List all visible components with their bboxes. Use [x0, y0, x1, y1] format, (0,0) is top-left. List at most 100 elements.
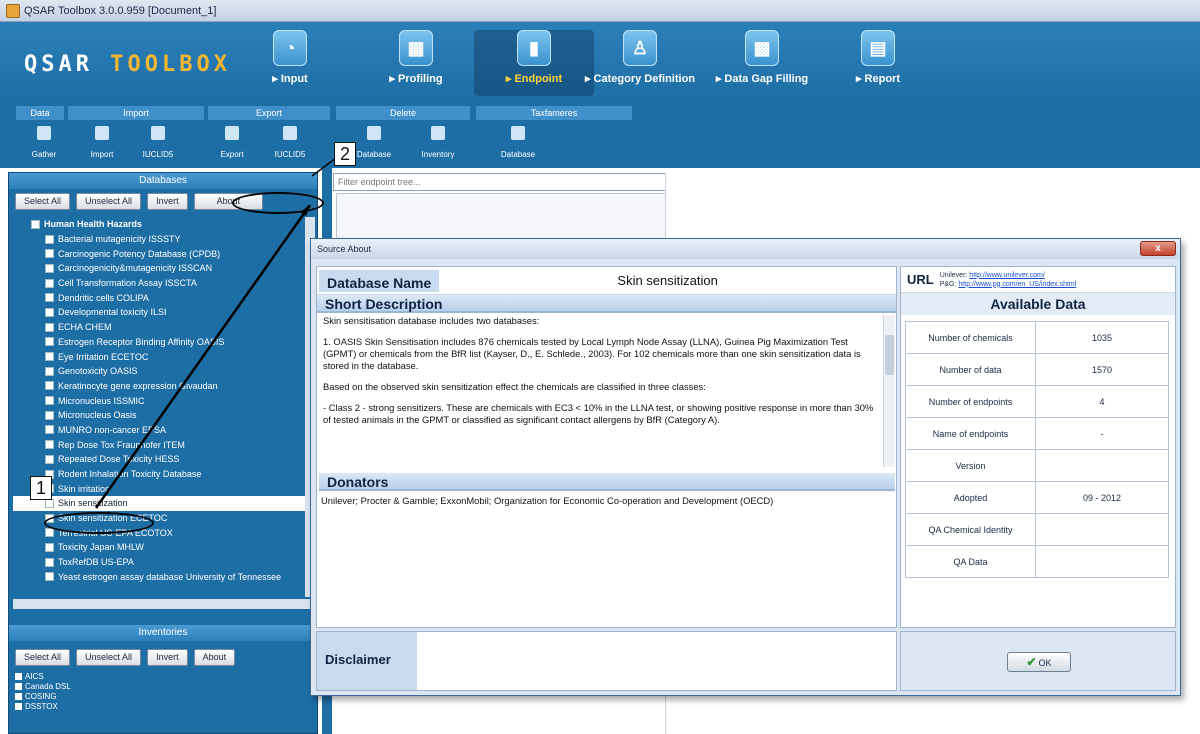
tool-export[interactable]: Export — [204, 126, 260, 162]
database-item-checkbox[interactable] — [45, 293, 54, 303]
module-endpoint-label: ▸ Endpoint — [505, 73, 563, 85]
profiling-icon: ▦ — [399, 30, 433, 66]
url-unilever: Unilever: http://www.unilever.com/ — [940, 271, 1077, 280]
tool-import-iuclid5[interactable]: IUCLID5 — [130, 126, 186, 162]
database-item[interactable]: Skin irritation — [13, 481, 311, 496]
database-item-checkbox[interactable] — [45, 322, 54, 332]
database-item[interactable]: ECHA CHEM — [13, 320, 311, 335]
database-item-label: Cell Transformation Assay ISSCTA — [58, 278, 197, 289]
inventory-item[interactable]: DSSTOX — [15, 701, 71, 711]
unilever-link[interactable]: http://www.unilever.com/ — [969, 272, 1044, 279]
close-icon[interactable]: x — [1140, 241, 1176, 256]
inventory-item-label: DSSTOX — [25, 701, 58, 711]
available-data-table: Number of chemicals 1035 Number of data 157… — [905, 321, 1169, 578]
group-delete: Delete — [336, 106, 470, 120]
database-item[interactable]: Developmental toxicity ILSI — [13, 305, 311, 320]
desc-paragraph: 1. OASIS Skin Sensitisation includes 876… — [323, 336, 861, 371]
title-bar: QSAR Toolbox 3.0.0.959 [Document_1] — [0, 0, 1200, 22]
tree-root-human-health-hazards[interactable]: Human Health Hazards — [13, 217, 311, 232]
database-item-checkbox[interactable] — [45, 410, 54, 420]
database-item[interactable]: Repeated Dose Toxicity HESS — [13, 452, 311, 467]
database-item-checkbox[interactable] — [45, 381, 54, 391]
database-item-checkbox[interactable] — [45, 352, 54, 362]
database-item-checkbox[interactable] — [45, 234, 54, 244]
database-item[interactable]: MUNRO non-cancer EPSA — [13, 423, 311, 438]
inventories-unselect-all-button[interactable]: Unselect All — [76, 649, 142, 666]
module-category-definition[interactable]: ♙ ▸ Category Definition — [580, 30, 700, 96]
module-endpoint[interactable]: ▮ ▸ Endpoint — [474, 30, 594, 96]
inventory-item-checkbox[interactable] — [15, 682, 22, 690]
inventories-select-all-button[interactable]: Select All — [15, 649, 71, 666]
module-input[interactable]: ◔ ▸ Input — [230, 30, 350, 96]
database-item-checkbox[interactable] — [45, 396, 54, 406]
database-item-checkbox[interactable] — [45, 278, 54, 288]
root-checkbox[interactable] — [31, 219, 40, 229]
database-item-checkbox[interactable] — [45, 557, 54, 567]
available-data-value: 1035 — [1035, 321, 1169, 354]
description-scrollbar-thumb[interactable] — [885, 335, 894, 375]
database-item-label: Micronucleus Oasis — [58, 410, 137, 421]
databases-horizontal-scrollbar[interactable] — [13, 599, 311, 609]
tool-taxfameres-database[interactable]: Database — [490, 126, 546, 162]
ok-button[interactable]: ✔ OK — [1007, 652, 1071, 672]
database-item-checkbox[interactable] — [45, 440, 54, 450]
dialog-info-pane: Database Name Skin sensitization Short D… — [316, 266, 897, 628]
inventory-item-checkbox[interactable] — [15, 702, 22, 710]
database-item[interactable]: Bacterial mutagenicity ISSSTY — [13, 232, 311, 247]
database-item[interactable]: Rodent Inhalation Toxicity Database — [13, 467, 311, 482]
module-profiling[interactable]: ▦ ▸ Profiling — [356, 30, 476, 96]
database-item-checkbox[interactable] — [45, 528, 54, 538]
endpoint-filter-input[interactable]: Filter endpoint tree... — [333, 173, 666, 191]
database-item-checkbox[interactable] — [45, 542, 54, 552]
logo: QSAR TOOLBOX — [24, 52, 231, 77]
inventory-item-checkbox[interactable] — [15, 672, 22, 680]
database-item[interactable]: Yeast estrogen assay database University… — [13, 570, 311, 585]
database-item[interactable]: Cell Transformation Assay ISSCTA — [13, 276, 311, 291]
database-item[interactable]: Estrogen Receptor Binding Affinity OASIS — [13, 335, 311, 350]
database-item[interactable]: Toxicity Japan MHLW — [13, 540, 311, 555]
inventories-invert-button[interactable]: Invert — [147, 649, 188, 666]
database-item[interactable]: Dendritic cells COLIPA — [13, 290, 311, 305]
module-data-gap-filling[interactable]: ▩ ▸ Data Gap Filling — [702, 30, 822, 96]
database-item[interactable]: Keratinocyte gene expression Givaudan — [13, 379, 311, 394]
databases-unselect-all-button[interactable]: Unselect All — [76, 193, 142, 210]
description-scrollbar[interactable] — [883, 315, 895, 467]
database-item[interactable]: Micronucleus Oasis — [13, 408, 311, 423]
inventories-about-button[interactable]: About — [193, 649, 236, 666]
database-item-checkbox[interactable] — [45, 572, 54, 582]
database-item-label: Genotoxicity OASIS — [58, 366, 138, 377]
database-item[interactable]: Rep Dose Tox Fraunhofer ITEM — [13, 437, 311, 452]
inventory-item[interactable]: AICS — [15, 671, 71, 681]
database-item[interactable]: Skin sensitization — [13, 496, 311, 511]
database-item-checkbox[interactable] — [45, 307, 54, 317]
module-category-definition-label: ▸ Category Definition — [584, 73, 696, 85]
database-item[interactable]: Genotoxicity OASIS — [13, 364, 311, 379]
inventory-item-label: AICS — [25, 671, 44, 681]
tool-gather[interactable]: Gather — [16, 126, 72, 162]
database-item-checkbox[interactable] — [45, 337, 54, 347]
tool-import[interactable]: Import — [74, 126, 130, 162]
database-item[interactable]: Micronucleus ISSMIC — [13, 393, 311, 408]
export-icon — [225, 126, 239, 140]
database-item[interactable]: Carcinogenicity&mutagenicity ISSCAN — [13, 261, 311, 276]
module-report[interactable]: ▤ ▸ Report — [818, 30, 938, 96]
database-item-checkbox[interactable] — [45, 263, 54, 273]
inventory-item[interactable]: COSING — [15, 691, 71, 701]
inventory-item-checkbox[interactable] — [15, 692, 22, 700]
inventory-item[interactable]: Canada DSL — [15, 681, 71, 691]
inventory-item-label: Canada DSL — [25, 681, 71, 691]
taxfameres-database-icon — [511, 126, 525, 140]
database-item-checkbox[interactable] — [45, 454, 54, 464]
database-item-checkbox[interactable] — [45, 425, 54, 435]
pg-link[interactable]: http://www.pg.com/en_US/index.shtml — [958, 281, 1076, 288]
tool-delete-inventory[interactable]: Inventory — [410, 126, 466, 162]
database-item[interactable]: Eye Irritation ECETOC — [13, 349, 311, 364]
database-item[interactable]: Carcinogenic Potency Database (CPDB) — [13, 246, 311, 261]
databases-invert-button[interactable]: Invert — [147, 193, 188, 210]
tool-export-iuclid5[interactable]: IUCLID5 — [262, 126, 318, 162]
database-item-checkbox[interactable] — [45, 366, 54, 376]
database-item-checkbox[interactable] — [45, 249, 54, 259]
database-item[interactable]: ToxRefDB US-EPA — [13, 555, 311, 570]
database-item-checkbox[interactable] — [45, 498, 54, 508]
databases-select-all-button[interactable]: Select All — [15, 193, 71, 210]
